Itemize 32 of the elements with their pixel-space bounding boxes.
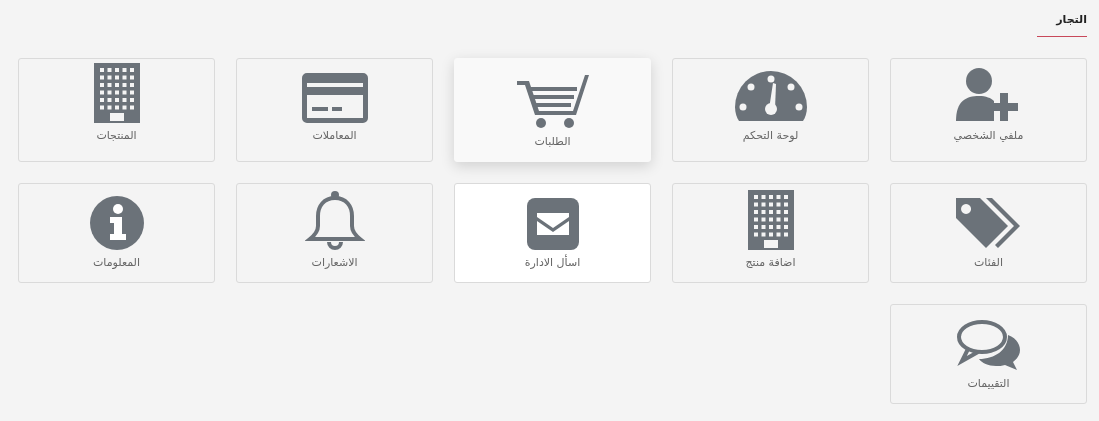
menu-tile[interactable]: ملفي الشخصي (890, 58, 1087, 162)
menu-tile[interactable]: اسأل الادارة (454, 183, 651, 283)
menu-tile[interactable]: المنتجات (18, 58, 215, 162)
tile-label: الطلبات (534, 135, 571, 149)
gauge-icon (732, 69, 809, 123)
speech-bubbles-icon (955, 319, 1022, 371)
menu-tile[interactable]: لوحة التحكم (672, 58, 869, 162)
tile-label: لوحة التحكم (742, 129, 799, 143)
tile-label: المنتجات (96, 129, 137, 143)
section-title: التجار (1056, 13, 1087, 27)
info-icon (89, 196, 144, 250)
menu-tile[interactable]: الطلبات (454, 58, 651, 162)
menu-tile[interactable]: اضافة منتج (672, 183, 869, 283)
bell-icon (304, 190, 365, 250)
building-icon (747, 190, 794, 250)
tile-label: الاشعارات (311, 256, 358, 270)
tile-label: ملفي الشخصي (953, 129, 1024, 143)
menu-tile[interactable]: التقييمات (890, 304, 1087, 404)
menu-tile[interactable]: المعاملات (236, 58, 433, 162)
tile-label: الفئات (974, 256, 1003, 270)
tile-label: التقييمات (967, 377, 1010, 391)
menu-tile[interactable]: الفئات (890, 183, 1087, 283)
menu-tile[interactable]: المعلومات (18, 183, 215, 283)
tile-label: المعلومات (93, 256, 140, 270)
building-icon (93, 63, 140, 123)
credit-card-icon (301, 73, 368, 123)
menu-tile[interactable]: الاشعارات (236, 183, 433, 283)
tile-label: المعاملات (312, 129, 357, 143)
envelope-icon (526, 198, 579, 250)
tile-label: اسأل الادارة (524, 256, 581, 270)
cart-icon (516, 73, 589, 129)
tile-label: اضافة منتج (745, 256, 796, 270)
